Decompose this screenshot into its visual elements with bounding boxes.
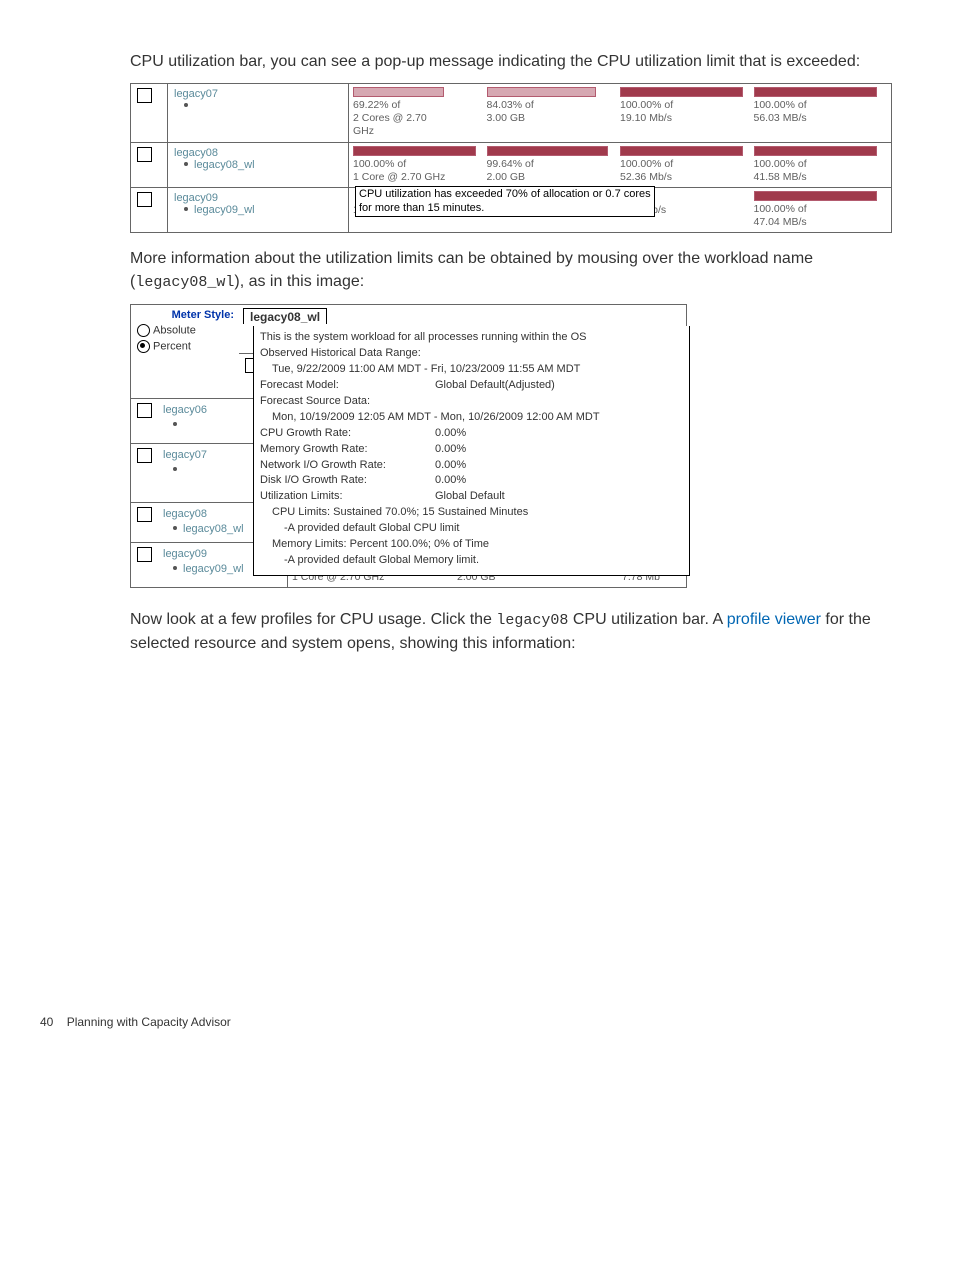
system-name[interactable]: legacy08 [163,508,207,520]
row-checkbox[interactable] [137,192,152,207]
fig1-utilization-table: legacy07 69.22% of 2 Cores @ 2.70 GHz 84… [130,83,892,233]
workload-name[interactable]: legacy08_wl [194,159,255,171]
system-name[interactable]: legacy09 [163,548,207,560]
row-checkbox[interactable] [137,507,152,522]
system-name[interactable]: legacy07 [174,88,344,100]
row-checkbox[interactable] [137,547,152,562]
radio-absolute[interactable] [137,324,150,337]
workload-name[interactable]: legacy09_wl [183,563,244,575]
cpu-limit-tooltip: CPU utilization has exceeded 70% of allo… [355,186,655,218]
page-footer: 40 Planning with Capacity Advisor [40,1015,894,1029]
system-name[interactable]: legacy08 [174,147,344,159]
workload-tooltip: legacy08_wl This is the system workload … [250,308,690,576]
net-pct: 100.00% of [620,99,673,111]
intro-para-3: Now look at a few profiles for CPU usage… [130,608,894,655]
fig2-wrap: Meter Style: Absolute Percent legacy05 l… [130,304,894,588]
intro-para-2: More information about the utilization l… [130,247,894,294]
intro-para-1: CPU utilization bar, you can see a pop-u… [130,50,894,73]
disk-pct: 100.00% of [754,99,807,111]
tooltip-ohdr-key: Observed Historical Data Range: [260,346,683,362]
tooltip-title: legacy08_wl [243,308,327,324]
mem-pct: 84.03% of [487,99,534,111]
workload-name[interactable]: legacy09_wl [194,204,255,216]
workload-name[interactable]: legacy08_wl [183,523,244,535]
page-number: 40 [40,1015,53,1029]
cpu-pct: 69.22% of [353,99,400,111]
cpu-cores: 2 Cores @ 2.70 [353,112,427,124]
meter-style-label: Meter Style: [137,309,236,321]
radio-percent[interactable] [137,340,150,353]
system-name[interactable]: legacy07 [163,449,207,461]
row-checkbox[interactable] [137,147,152,162]
system-name[interactable]: legacy06 [163,404,207,416]
row-checkbox[interactable] [137,448,152,463]
row-checkbox[interactable] [137,403,152,418]
footer-title: Planning with Capacity Advisor [67,1015,231,1029]
row-checkbox[interactable] [137,88,152,103]
profile-viewer-link[interactable]: profile viewer [727,611,821,628]
system-name[interactable]: legacy09 [174,192,344,204]
